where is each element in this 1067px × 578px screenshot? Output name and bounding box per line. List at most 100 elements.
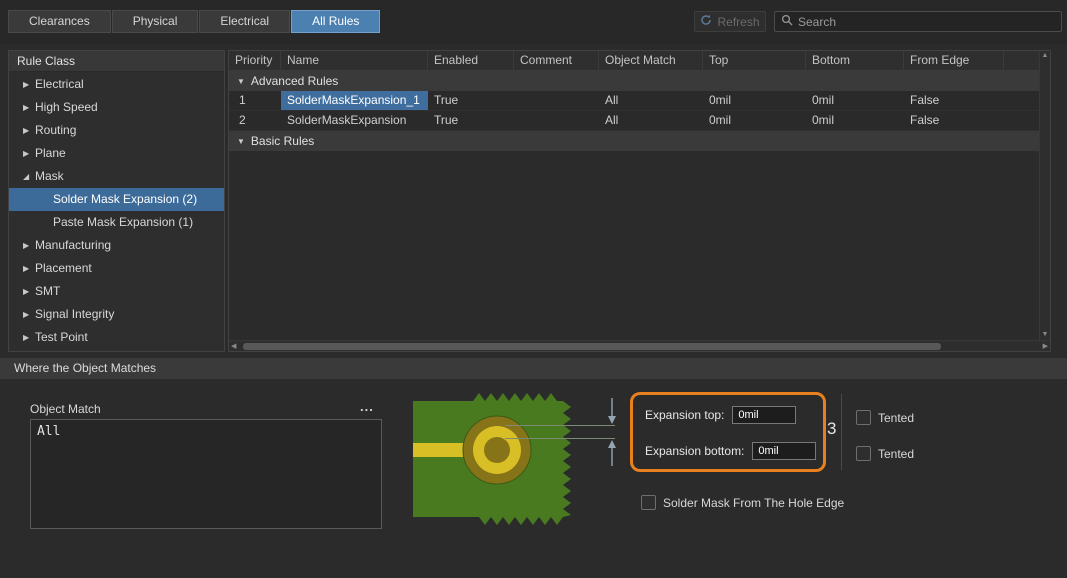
tree-item-placement[interactable]: ▶Placement — [9, 257, 224, 280]
object-match-label: Object Match — [30, 402, 101, 416]
table-header-row: Priority Name Enabled Comment Object Mat… — [229, 51, 1039, 71]
search-box — [774, 11, 1062, 32]
group-label: Basic Rules — [251, 134, 314, 148]
hole-edge-checkbox[interactable] — [641, 495, 656, 510]
scroll-left-icon[interactable]: ◀ — [231, 342, 236, 352]
cell-from-edge: False — [904, 111, 1004, 130]
table-row[interactable]: 2 SolderMaskExpansion True All 0mil 0mil… — [229, 111, 1039, 131]
top-bar: Clearances Physical Electrical All Rules… — [0, 0, 1067, 44]
object-match-more-button[interactable]: ... — [360, 399, 374, 414]
expansion-bottom-input[interactable] — [752, 442, 816, 460]
object-match-textarea[interactable]: All — [30, 419, 382, 529]
cell-name[interactable]: SolderMaskExpansion_1 — [281, 91, 428, 110]
chevron-down-icon: ▼ — [237, 137, 245, 146]
chevron-right-icon: ▶ — [23, 73, 35, 96]
cell-top: 0mil — [703, 111, 806, 130]
tented-top-row: Tented — [856, 410, 914, 425]
rule-class-panel: Rule Class ▶Electrical ▶High Speed ▶Rout… — [8, 50, 225, 352]
tree-item-mask[interactable]: ◢Mask — [9, 165, 224, 188]
refresh-button[interactable]: Refresh — [694, 11, 766, 32]
cell-enabled: True — [428, 91, 514, 110]
cell-spacer — [1004, 111, 1039, 130]
column-header-bottom[interactable]: Bottom — [806, 51, 904, 70]
panel-divider — [841, 394, 842, 470]
tented-bottom-checkbox[interactable] — [856, 446, 871, 461]
arrow-up-icon — [604, 440, 620, 466]
cell-enabled: True — [428, 111, 514, 130]
tree-item-label: Paste Mask Expansion (1) — [53, 211, 193, 234]
horizontal-scrollbar[interactable]: ◀ ▶ — [229, 340, 1050, 351]
column-header-priority[interactable]: Priority — [229, 51, 281, 70]
cell-priority: 2 — [229, 111, 281, 130]
column-header-top[interactable]: Top — [703, 51, 806, 70]
cell-top: 0mil — [703, 91, 806, 110]
measure-line-bottom — [505, 438, 615, 439]
cell-name[interactable]: SolderMaskExpansion — [281, 111, 428, 130]
where-object-matches-header: Where the Object Matches — [0, 358, 1067, 379]
search-input[interactable] — [798, 15, 1055, 29]
tented-top-checkbox[interactable] — [856, 410, 871, 425]
cell-bottom: 0mil — [806, 111, 904, 130]
tree-item-paste-mask-expansion[interactable]: Paste Mask Expansion (1) — [9, 211, 224, 234]
tree-item-electrical[interactable]: ▶Electrical — [9, 73, 224, 96]
column-header-enabled[interactable]: Enabled — [428, 51, 514, 70]
tree-item-label: Solder Mask Expansion (2) — [53, 188, 197, 211]
tree-item-routing[interactable]: ▶Routing — [9, 119, 224, 142]
chevron-right-icon: ▶ — [23, 96, 35, 119]
tree-item-label: High Speed — [35, 96, 98, 119]
pad-hole — [484, 437, 510, 463]
scroll-down-icon[interactable]: ▼ — [1042, 330, 1049, 340]
chevron-right-icon: ▶ — [23, 119, 35, 142]
scrollbar-thumb[interactable] — [243, 343, 941, 350]
tab-electrical[interactable]: Electrical — [199, 10, 290, 33]
cell-bottom: 0mil — [806, 91, 904, 110]
expansion-highlight-box: Expansion top: Expansion bottom: — [630, 392, 826, 472]
chevron-right-icon: ▶ — [23, 303, 35, 326]
pcb-pad-preview — [413, 393, 575, 526]
table-row[interactable]: 1 SolderMaskExpansion_1 True All 0mil 0m… — [229, 91, 1039, 111]
vertical-scrollbar[interactable]: ▲ ▼ — [1039, 51, 1050, 340]
arrow-down-icon — [604, 398, 620, 424]
tree-item-signal-integrity[interactable]: ▶Signal Integrity — [9, 303, 224, 326]
rule-class-header: Rule Class — [9, 51, 224, 72]
expansion-bottom-label: Expansion bottom: — [645, 444, 744, 458]
chevron-down-icon: ▼ — [237, 77, 245, 86]
group-row-advanced-rules[interactable]: ▼ Advanced Rules — [229, 71, 1039, 91]
rule-class-tree: ▶Electrical ▶High Speed ▶Routing ▶Plane … — [9, 73, 224, 351]
tab-clearances[interactable]: Clearances — [8, 10, 111, 33]
tree-item-smt[interactable]: ▶SMT — [9, 280, 224, 303]
tree-item-label: Mask — [35, 165, 64, 188]
cell-priority: 1 — [229, 91, 281, 110]
refresh-label: Refresh — [717, 15, 759, 29]
tab-physical[interactable]: Physical — [112, 10, 199, 33]
tree-item-manufacturing[interactable]: ▶Manufacturing — [9, 234, 224, 257]
tab-all-rules[interactable]: All Rules — [291, 10, 380, 33]
scroll-right-icon[interactable]: ▶ — [1043, 342, 1048, 352]
tree-item-solder-mask-expansion[interactable]: Solder Mask Expansion (2) — [9, 188, 224, 211]
cell-object-match: All — [599, 91, 703, 110]
column-header-from-edge[interactable]: From Edge — [904, 51, 1004, 70]
column-header-object-match[interactable]: Object Match — [599, 51, 703, 70]
column-header-spacer — [1004, 51, 1039, 70]
tree-item-label: Plane — [35, 142, 66, 165]
tree-item-test-point[interactable]: ▶Test Point — [9, 326, 224, 349]
column-header-comment[interactable]: Comment — [514, 51, 599, 70]
rule-view-tabs: Clearances Physical Electrical All Rules — [8, 10, 380, 33]
hole-edge-label: Solder Mask From The Hole Edge — [663, 496, 844, 510]
tree-item-label: Placement — [35, 257, 92, 280]
tree-item-plane[interactable]: ▶Plane — [9, 142, 224, 165]
tented-top-label: Tented — [878, 411, 914, 425]
tented-bottom-label: Tented — [878, 447, 914, 461]
measure-line-top — [505, 425, 615, 426]
chevron-right-icon: ▶ — [23, 257, 35, 280]
tree-item-high-speed[interactable]: ▶High Speed — [9, 96, 224, 119]
hole-edge-row: Solder Mask From The Hole Edge — [641, 495, 844, 510]
group-row-basic-rules[interactable]: ▼ Basic Rules — [229, 131, 1039, 151]
expansion-top-label: Expansion top: — [645, 408, 724, 422]
column-header-name[interactable]: Name — [281, 51, 428, 70]
expansion-top-input[interactable] — [732, 406, 796, 424]
pcb-rules-window: Clearances Physical Electrical All Rules… — [0, 0, 1067, 578]
scroll-up-icon[interactable]: ▲ — [1042, 51, 1049, 61]
chevron-right-icon: ▶ — [23, 234, 35, 257]
chevron-expanded-icon: ◢ — [23, 165, 35, 188]
